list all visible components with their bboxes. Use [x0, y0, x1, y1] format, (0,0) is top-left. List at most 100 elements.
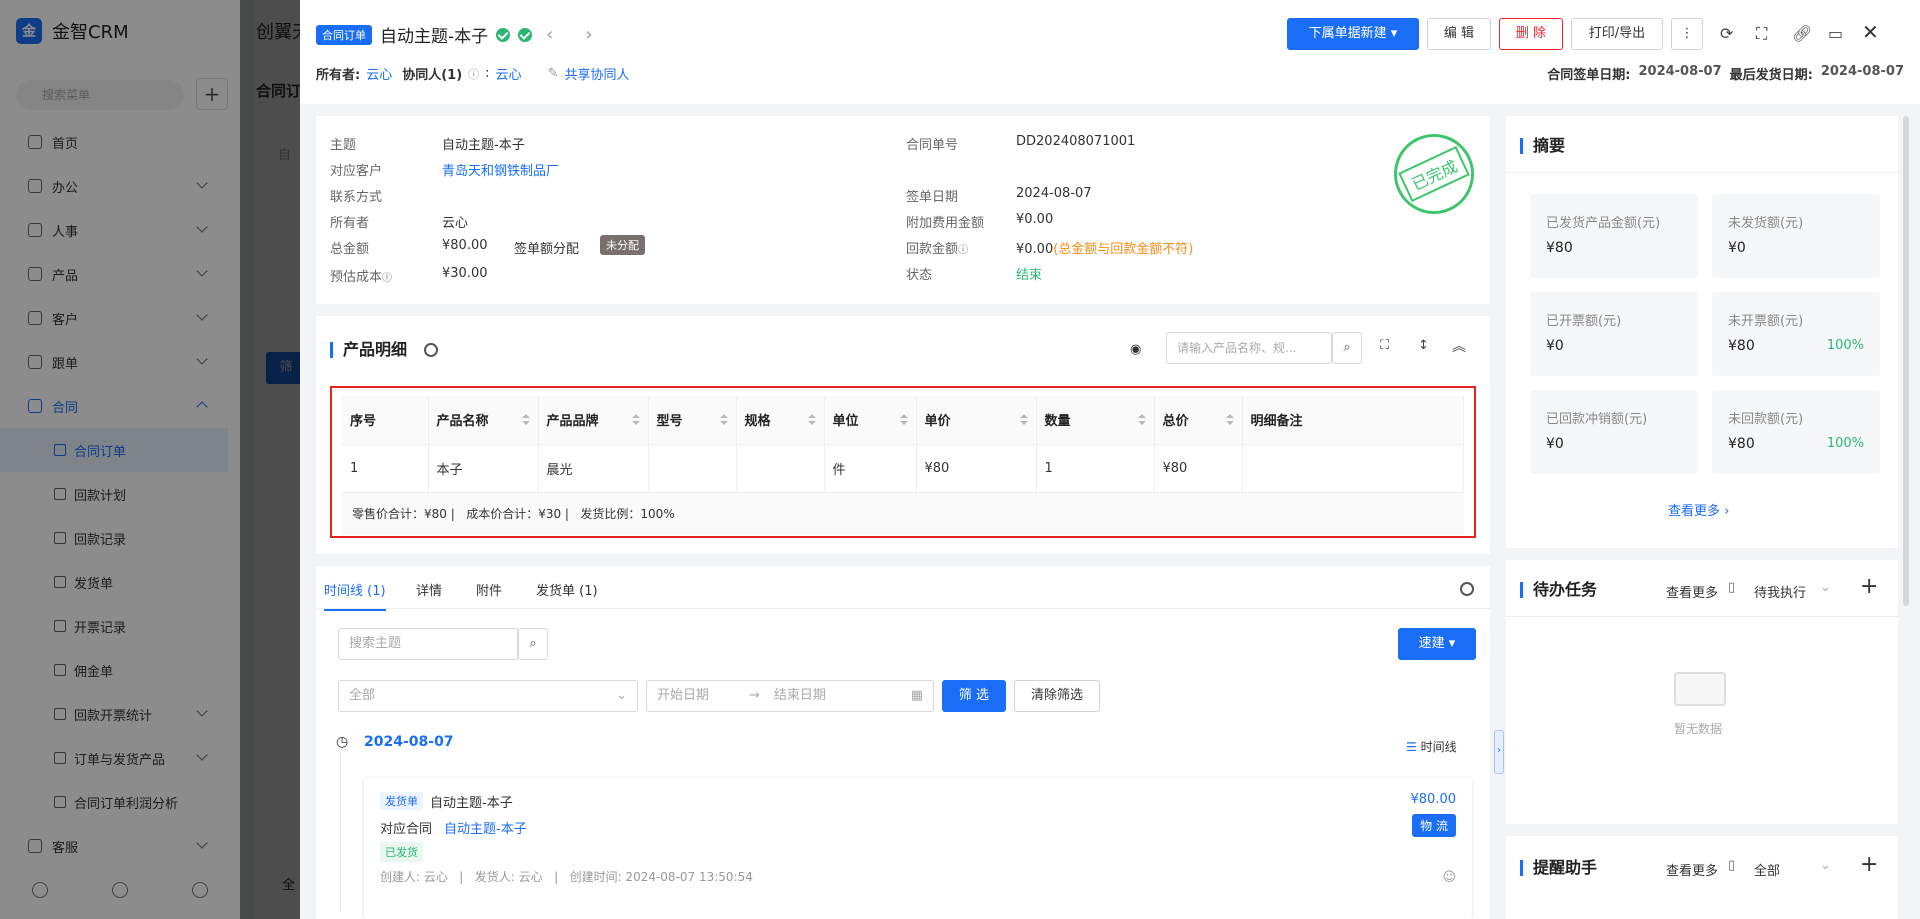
- chevron-down-icon[interactable]: ⌄: [1820, 580, 1831, 595]
- chevron-down-icon[interactable]: ⌄: [1820, 858, 1831, 873]
- filter-button[interactable]: 筛 选: [942, 680, 1006, 712]
- timeline-search-input[interactable]: 搜索主题: [338, 628, 518, 660]
- delete-button[interactable]: 删 除: [1499, 18, 1563, 50]
- cell-quantity: 1: [1036, 444, 1155, 493]
- summary-more-link[interactable]: 查看更多 ›: [1668, 500, 1729, 519]
- reminder-more-link[interactable]: 查看更多: [1666, 860, 1718, 879]
- column-header[interactable]: 数量: [1036, 396, 1155, 445]
- logistics-button[interactable]: 物 流: [1412, 814, 1456, 837]
- summary-box-percent: 100%: [1826, 436, 1864, 451]
- collab-link[interactable]: 云心: [496, 64, 522, 83]
- book-icon[interactable]: ▯: [1728, 858, 1735, 873]
- edit-button[interactable]: 编 辑: [1427, 18, 1491, 50]
- column-header[interactable]: 单价: [916, 396, 1037, 445]
- timeline-view-toggle[interactable]: ☰ 时间线: [1406, 738, 1457, 755]
- customer-label: 对应客户: [330, 164, 383, 179]
- column-label: 明细备注: [1250, 414, 1303, 430]
- link-icon[interactable]: 🔗︎: [1792, 24, 1812, 43]
- sort-icon[interactable]: [899, 414, 908, 426]
- column-header[interactable]: 总价: [1154, 396, 1243, 445]
- expand-icon[interactable]: ⛶: [1380, 338, 1389, 353]
- tab-details[interactable]: 详情: [416, 580, 442, 599]
- owner-link[interactable]: 云心: [366, 64, 392, 83]
- chevron-right-icon[interactable]: ›: [585, 24, 592, 45]
- clear-filter-button[interactable]: 清除筛选: [1014, 680, 1100, 712]
- sort-icon[interactable]: [631, 414, 640, 426]
- paid-label-wrap: 回款金额ⓘ: [906, 238, 968, 257]
- table-header-row: 序号 产品名称 产品品牌 型号 规格 单位 单价 数量 总价 明细备注: [342, 396, 1464, 445]
- share-collab-link[interactable]: 共享协同人: [564, 64, 629, 83]
- date-range-picker[interactable]: 开始日期 → 结束日期 ▦: [646, 680, 934, 712]
- sort-icon[interactable]: [719, 414, 728, 426]
- todo-filter-select[interactable]: 待我执行: [1754, 582, 1806, 601]
- collapse-up-icon[interactable]: ︽: [1452, 336, 1466, 356]
- summary-box-value: ¥80: [1546, 240, 1573, 256]
- column-header[interactable]: 规格: [736, 396, 825, 445]
- comment-icon[interactable]: ☺: [1442, 870, 1456, 885]
- completed-stamp: 已完成: [1380, 120, 1488, 228]
- extra-fee-label: 附加费用金额: [906, 216, 985, 231]
- book-icon[interactable]: ▯: [1728, 580, 1735, 595]
- sort-icon[interactable]: [521, 414, 530, 426]
- sort-icon[interactable]: [1137, 414, 1146, 426]
- refresh-icon[interactable]: ⟳: [1720, 24, 1733, 43]
- more-vertical-icon[interactable]: ⋮: [1671, 18, 1703, 50]
- column-header[interactable]: 产品名称: [428, 396, 539, 445]
- help-icon: ⓘ: [958, 245, 969, 256]
- column-label: 产品品牌: [546, 414, 599, 430]
- fullscreen-icon[interactable]: ⛶: [1756, 24, 1767, 44]
- sort-icon[interactable]: [1225, 414, 1234, 426]
- panel-toggle-handle[interactable]: ›: [1494, 730, 1504, 774]
- tab-timeline[interactable]: 时间线 (1): [324, 580, 386, 611]
- product-table: 序号 产品名称 产品品牌 型号 规格 单位 单价 数量 总价 明细备注 1 本子…: [342, 396, 1464, 493]
- summary-box: 已发货产品金额(元) ¥80: [1530, 194, 1698, 278]
- help-icon: ⓘ: [382, 273, 393, 284]
- tab-delivery[interactable]: 发货单 (1): [536, 580, 598, 599]
- quick-create-button[interactable]: 速建 ▾: [1398, 628, 1476, 660]
- cell-product-link[interactable]: 本子: [428, 444, 539, 493]
- item-contract-link[interactable]: 自动主题-本子: [444, 818, 527, 837]
- todo-more-link[interactable]: 查看更多: [1666, 582, 1718, 601]
- sub-new-label: 下属单据新建: [1308, 26, 1387, 41]
- sub-new-button[interactable]: 下属单据新建 ▾: [1287, 18, 1419, 50]
- summary-title: 摘要: [1520, 138, 1565, 154]
- search-icon[interactable]: ⌕: [518, 628, 548, 660]
- summary-box: 未发货额(元) ¥0: [1712, 194, 1880, 278]
- search-icon[interactable]: ⌕: [1332, 332, 1362, 364]
- modal-overlay[interactable]: [240, 0, 300, 919]
- column-label: 产品名称: [436, 414, 489, 430]
- scrollbar[interactable]: [1903, 116, 1909, 606]
- item-title[interactable]: 自动主题-本子: [430, 792, 513, 811]
- product-search-input[interactable]: 请输入产品名称、规...: [1166, 332, 1332, 364]
- cell-index: 1: [342, 444, 429, 493]
- check-circle-icon: [496, 27, 511, 42]
- contract-no-value: DD202408071001: [1016, 134, 1136, 149]
- column-header[interactable]: 序号: [342, 396, 429, 445]
- column-header[interactable]: 产品品牌: [538, 396, 649, 445]
- chevron-left-icon[interactable]: ‹: [546, 24, 553, 45]
- type-filter-value: 全部: [349, 688, 376, 703]
- type-filter-select[interactable]: 全部 ⌄: [338, 680, 638, 712]
- resize-vertical-icon[interactable]: ↕: [1418, 338, 1429, 353]
- add-icon[interactable]: +: [1860, 574, 1878, 599]
- customer-link[interactable]: 青岛天和钢铁制品厂: [442, 160, 559, 179]
- close-icon[interactable]: ✕: [1862, 20, 1879, 44]
- todo-title: 待办任务: [1520, 582, 1597, 598]
- paid-label: 回款金额: [906, 242, 959, 257]
- sort-icon[interactable]: [1019, 414, 1028, 426]
- add-icon[interactable]: +: [1860, 852, 1878, 877]
- timeline-item[interactable]: 发货单 自动主题-本子 ¥80.00 对应合同 自动主题-本子 物 流 已发货 …: [364, 778, 1472, 919]
- sort-icon[interactable]: [807, 414, 816, 426]
- gear-icon[interactable]: [1460, 582, 1474, 596]
- tab-attachments[interactable]: 附件: [476, 580, 502, 599]
- window-icon[interactable]: ▭: [1828, 24, 1843, 43]
- reminder-filter-select[interactable]: 全部: [1754, 860, 1780, 879]
- gear-icon[interactable]: [424, 343, 438, 357]
- column-header[interactable]: 型号: [648, 396, 737, 445]
- timeline-line: [340, 752, 341, 912]
- print-export-button[interactable]: 打印/导出: [1571, 18, 1663, 50]
- paid-value: ¥0.00: [1016, 242, 1054, 257]
- column-header[interactable]: 单位: [824, 396, 917, 445]
- dates-row: 合同签单日期: 2024-08-07 最后发货日期: 2024-08-07: [1547, 64, 1904, 83]
- eye-icon[interactable]: ◉: [1130, 342, 1141, 357]
